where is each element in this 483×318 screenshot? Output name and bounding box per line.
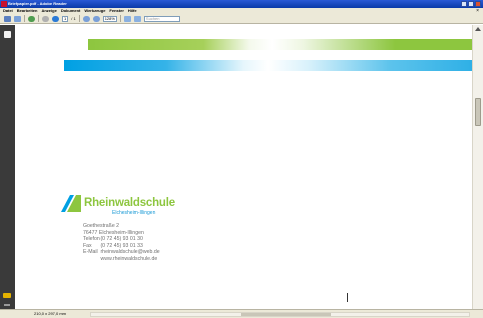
page-number-field[interactable]: 1 (62, 15, 69, 22)
fax-label: Fax (83, 242, 92, 249)
school-logo-icon (61, 195, 81, 212)
window-title: Briefpapier.pdf - Adobe Reader (8, 1, 67, 6)
web-value: www.rheinwaldschule.de (100, 255, 158, 262)
vertical-scrollbar[interactable] (472, 25, 483, 309)
window-controls (461, 1, 481, 7)
address-web-row: www.rheinwaldschule.de (83, 256, 160, 263)
fax-value: (0 72 45) 93 01 33 (100, 242, 143, 249)
close-button[interactable] (475, 1, 481, 7)
email-label: E-Mail (83, 249, 98, 256)
zoom-out-icon[interactable] (82, 15, 90, 22)
toolbar-separator (38, 15, 39, 22)
pdf-page: Rheinwaldschule Elchesheim-Illingen Goet… (15, 25, 472, 309)
toolbar-separator (24, 15, 25, 22)
search-input[interactable]: Suchen (143, 15, 180, 22)
toolbar-separator (78, 15, 80, 22)
print-icon[interactable] (4, 15, 11, 22)
address-fax-row: Fax (0 72 45) 93 01 33 (83, 243, 160, 250)
pages-panel-icon[interactable] (4, 31, 11, 38)
page-total: / 1 (71, 16, 76, 21)
signature-icon[interactable] (4, 304, 10, 306)
address-city: 76477 Elchesheim-Illingen (83, 229, 144, 236)
scroll-up-icon[interactable] (475, 27, 481, 31)
address-phone-row: Telefon (0 72 45) 93 01 30 (83, 236, 160, 243)
text-cursor (347, 293, 348, 302)
email-value: rheinwaldschule@web.de (100, 249, 160, 256)
status-bar: 210,0 x 297,0 mm (0, 309, 483, 318)
brand-name: Rheinwaldschule (84, 197, 175, 209)
title-bar: Briefpapier.pdf - Adobe Reader (0, 0, 483, 8)
blue-gradient-bar (64, 60, 472, 71)
adobe-reader-icon (1, 1, 7, 7)
toolbar-separator (119, 15, 121, 22)
horizontal-scrollbar-thumb[interactable] (241, 313, 331, 316)
horizontal-scrollbar[interactable] (90, 312, 470, 317)
fit-width-icon[interactable] (133, 15, 141, 22)
address-street: Goethestraße 2 (83, 223, 120, 229)
address-email-row: E-Mail rheinwaldschule@web.de (83, 249, 160, 256)
previous-page-icon[interactable] (42, 15, 49, 22)
email-icon[interactable] (14, 15, 21, 22)
next-page-icon[interactable] (52, 15, 59, 22)
phone-value: (0 72 45) 93 01 30 (100, 236, 143, 243)
comment-pen-icon[interactable] (3, 293, 11, 298)
navigation-panel (0, 25, 15, 309)
hand-tool-icon[interactable] (28, 15, 35, 22)
zoom-in-icon[interactable] (92, 15, 100, 22)
address-block: Goethestraße 2 76477 Elchesheim-Illingen… (83, 223, 160, 263)
brand-subtitle: Elchesheim-Illingen (112, 210, 156, 216)
minimize-button[interactable] (461, 1, 467, 7)
scrollbar-thumb[interactable] (475, 98, 481, 126)
zoom-field[interactable]: 128% (102, 15, 117, 22)
toolbar: 1 / 1 128% Suchen (0, 14, 483, 24)
page-size-readout: 210,0 x 297,0 mm (34, 311, 67, 316)
maximize-button[interactable] (468, 1, 474, 7)
green-gradient-bar (88, 39, 472, 50)
phone-label: Telefon (83, 236, 100, 243)
fit-page-icon[interactable] (123, 15, 131, 22)
